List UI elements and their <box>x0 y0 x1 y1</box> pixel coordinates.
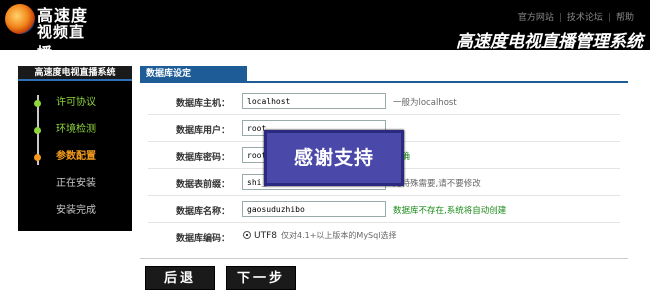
step-label: 正在安装 <box>56 178 96 189</box>
field-note: 无特殊需要,请不要修改 <box>393 179 481 189</box>
sidebar: 高速度电视直播系统 许可协议 环境检测 参数配置 正在安装 安装完成 <box>18 66 132 231</box>
step-label: 参数配置 <box>56 151 96 162</box>
divider <box>140 258 628 259</box>
field-label: 数据库编码： <box>175 234 230 244</box>
form-row-host: 数据库主机： 一般为localhost <box>148 88 620 115</box>
divider <box>140 81 628 83</box>
link-official-site[interactable]: 官方网站 <box>518 13 554 23</box>
field-label: 数据库用户： <box>175 126 230 136</box>
step-dot <box>34 100 41 107</box>
radio-label: UTF8 <box>254 231 277 241</box>
step-label: 安装完成 <box>56 205 96 216</box>
separator: | <box>558 13 562 23</box>
db-name-input[interactable] <box>242 201 386 217</box>
step-dot <box>34 154 41 161</box>
field-note: 一般为localhost <box>393 98 457 108</box>
header: 高速度 视频直播 官方网站 | 技术论坛 | 帮助 高速度电视直播管理系统 <box>0 0 650 62</box>
step-dot <box>34 181 41 188</box>
link-help[interactable]: 帮助 <box>616 13 634 23</box>
step-dot <box>34 208 41 215</box>
sidebar-title: 高速度电视直播系统 <box>18 66 132 81</box>
step-label: 环境检测 <box>56 124 96 135</box>
link-tech-forum[interactable]: 技术论坛 <box>567 13 603 23</box>
logo: 高速度 视频直播 <box>3 2 95 62</box>
db-host-input[interactable] <box>242 93 386 109</box>
back-button[interactable]: 后退 <box>145 266 215 290</box>
step-dot <box>34 127 41 134</box>
field-note: 数据库不存在,系统将自动创建 <box>393 206 507 216</box>
tab-database-settings: 数据库设定 <box>140 66 247 82</box>
encoding-hint: 仅对4.1+以上版本的MySql选择 <box>281 231 397 240</box>
field-label: 数据表前缀： <box>175 180 230 190</box>
page-title: 高速度电视直播管理系统 <box>456 32 643 52</box>
top-links: 官方网站 | 技术论坛 | 帮助 <box>518 10 634 23</box>
field-label: 数据库主机： <box>175 99 230 109</box>
field-label: 数据库名称： <box>175 207 230 217</box>
form-row-dbname: 数据库名称： 数据库不存在,系统将自动创建 <box>148 196 620 223</box>
overlay-text: 感谢支持 <box>293 147 374 169</box>
next-button[interactable]: 下一步 <box>226 266 296 290</box>
installer-page: 高速度 视频直播 官方网站 | 技术论坛 | 帮助 高速度电视直播管理系统 高速度电视直… <box>0 0 650 307</box>
radio-selected-icon <box>243 231 251 239</box>
field-label: 数据库密码： <box>175 153 230 163</box>
form-row-encoding: 数据库编码： UTF8 仅对4.1+以上版本的MySql选择 <box>148 223 620 250</box>
encoding-utf8-radio[interactable]: UTF8 仅对4.1+以上版本的MySql选择 <box>243 230 396 241</box>
separator: | <box>607 13 611 23</box>
logo-text-line2: 视频直播 <box>37 23 86 62</box>
step-label: 许可协议 <box>56 97 96 108</box>
logo-icon <box>5 4 35 34</box>
thanks-overlay-badge: 感谢支持 <box>264 130 404 186</box>
